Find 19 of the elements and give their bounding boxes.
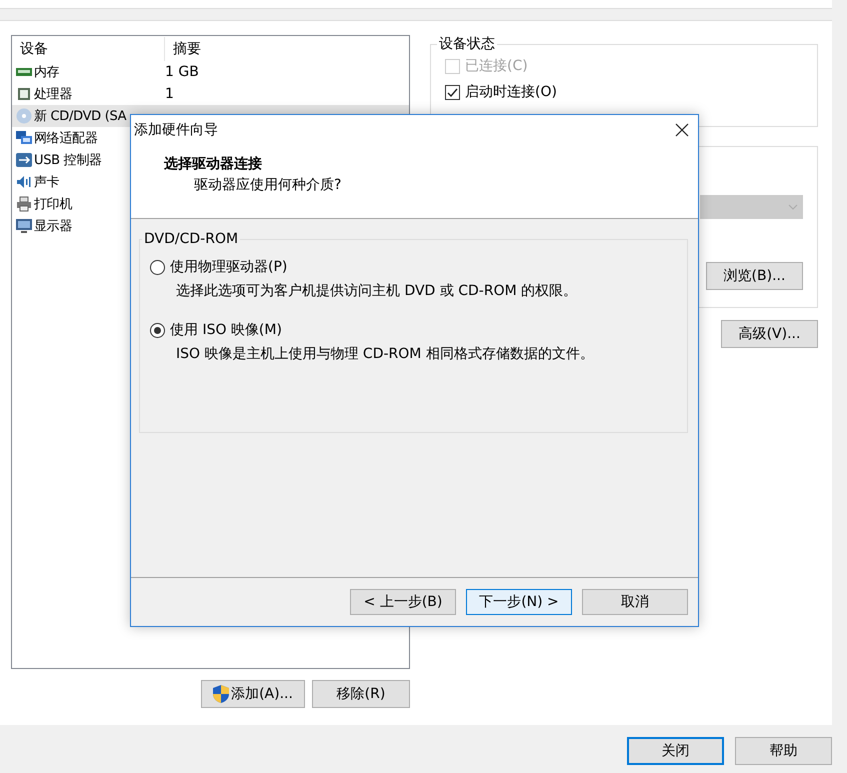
wizard-heading: 选择驱动器连接	[164, 155, 263, 173]
wizard-subheading: 驱动器应使用何种介质?	[194, 176, 342, 194]
checkbox-label: 已连接(C)	[465, 57, 528, 75]
device-summary: 1	[165, 86, 174, 102]
group-title: DVD/CD-ROM	[143, 231, 240, 247]
device-name: USB 控制器	[34, 152, 102, 169]
group-title: 设备状态	[438, 35, 496, 53]
dialog-title: 添加硬件向导	[134, 121, 218, 139]
device-name: 网络适配器	[34, 130, 98, 147]
device-name: 处理器	[34, 86, 72, 103]
option-description: 选择此选项可为客户机提供访问主机 DVD 或 CD-ROM 的权限。	[176, 282, 578, 300]
device-name: 内存	[34, 64, 60, 81]
checkbox-label: 启动时连接(O)	[465, 83, 557, 101]
option-description: ISO 映像是主机上使用与物理 CD-ROM 相同格式存储数据的文件。	[176, 345, 595, 363]
device-name: 打印机	[34, 196, 72, 213]
device-name: 声卡	[34, 174, 60, 191]
device-name: 新 CD/DVD (SA	[34, 108, 126, 125]
device-name: 显示器	[34, 218, 72, 235]
device-summary: 1 GB	[165, 64, 199, 80]
